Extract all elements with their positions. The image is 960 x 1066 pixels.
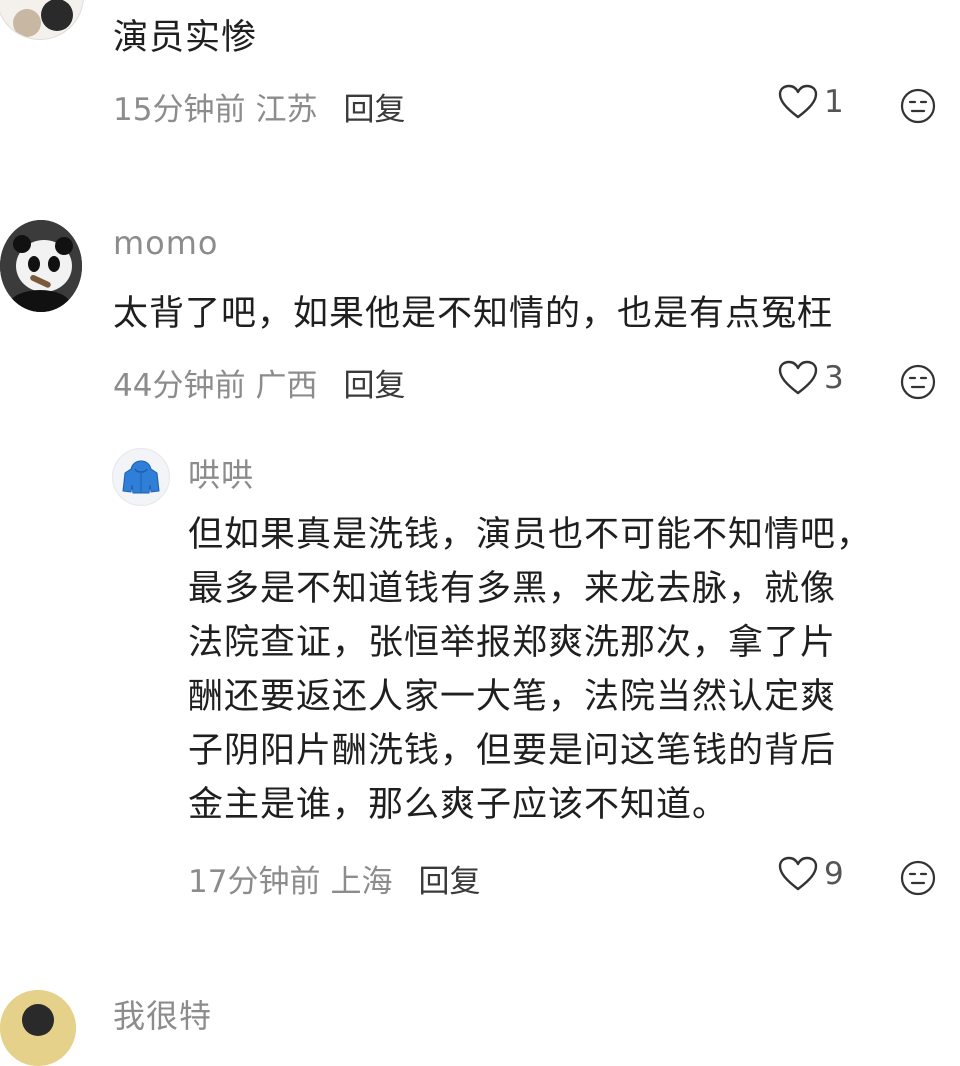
comment-content: 演员实惨 — [113, 18, 258, 58]
like-button[interactable]: 3 — [778, 360, 844, 396]
heart-outline-icon — [778, 84, 818, 119]
comment-meta: 44分钟前 广西 回复 — [113, 360, 405, 405]
heart-outline-icon — [778, 360, 818, 395]
like-count: 3 — [824, 360, 844, 396]
comment-username[interactable]: 哄哄 — [188, 450, 254, 496]
reply-item: 哄哄 但如果真是洗钱，演员也不可能不知情吧， 最多是不知道钱有多黑，来龙去脉，就… — [0, 440, 960, 940]
comment-username[interactable]: momo — [113, 224, 219, 262]
reply-button[interactable]: 回复 — [343, 92, 405, 128]
like-count: 9 — [824, 856, 844, 892]
neutral-face-icon[interactable] — [900, 364, 936, 400]
heart-outline-icon — [778, 856, 818, 891]
comment-time: 15分钟前 — [113, 92, 246, 128]
comment-username[interactable]: 我很特 — [113, 991, 212, 1037]
comment-location: 广西 — [255, 368, 318, 404]
hoodie-icon — [122, 460, 160, 494]
content-line: 酬还要返还人家一大笔，法院当然认定爽 — [188, 677, 837, 717]
comment-content: 太背了吧，如果他是不知情的，也是有点冤枉 — [113, 294, 834, 334]
avatar[interactable] — [112, 448, 170, 506]
comment-time: 17分钟前 — [188, 864, 321, 900]
comment-location: 上海 — [330, 864, 393, 900]
comment-meta: 15分钟前 江苏 回复 — [113, 84, 405, 129]
avatar[interactable] — [0, 220, 82, 312]
reply-button[interactable]: 回复 — [343, 368, 405, 404]
content-line: 但如果真是洗钱，演员也不可能不知情吧， — [188, 515, 873, 555]
comment-item: momo 太背了吧，如果他是不知情的，也是有点冤枉 44分钟前 广西 回复 3 — [0, 210, 960, 440]
like-button[interactable]: 9 — [778, 856, 844, 892]
reply-button[interactable]: 回复 — [418, 864, 480, 900]
content-line: 子阴阳片酬洗钱，但要是问这笔钱的背后 — [188, 731, 837, 771]
neutral-face-icon[interactable] — [900, 88, 936, 124]
avatar[interactable] — [0, 990, 76, 1066]
comment-meta: 17分钟前 上海 回复 — [188, 856, 480, 901]
comment-time: 44分钟前 — [113, 368, 246, 404]
comment-location: 江苏 — [255, 92, 318, 128]
avatar[interactable] — [0, 0, 84, 40]
comment-item: 演员实惨 15分钟前 江苏 回复 1 — [0, 0, 960, 160]
content-line: 法院查证，张恒举报郑爽洗那次，拿了片 — [188, 623, 837, 663]
content-line: 金主是谁，那么爽子应该不知道。 — [188, 785, 729, 825]
neutral-face-icon[interactable] — [900, 860, 936, 896]
content-line: 最多是不知道钱有多黑，来龙去脉，就像 — [188, 569, 837, 609]
comment-item: 我很特 — [0, 985, 960, 1066]
like-count: 1 — [824, 84, 844, 120]
like-button[interactable]: 1 — [778, 84, 844, 120]
comment-content: 但如果真是洗钱，演员也不可能不知情吧， 最多是不知道钱有多黑，来龙去脉，就像 法… — [188, 508, 948, 832]
